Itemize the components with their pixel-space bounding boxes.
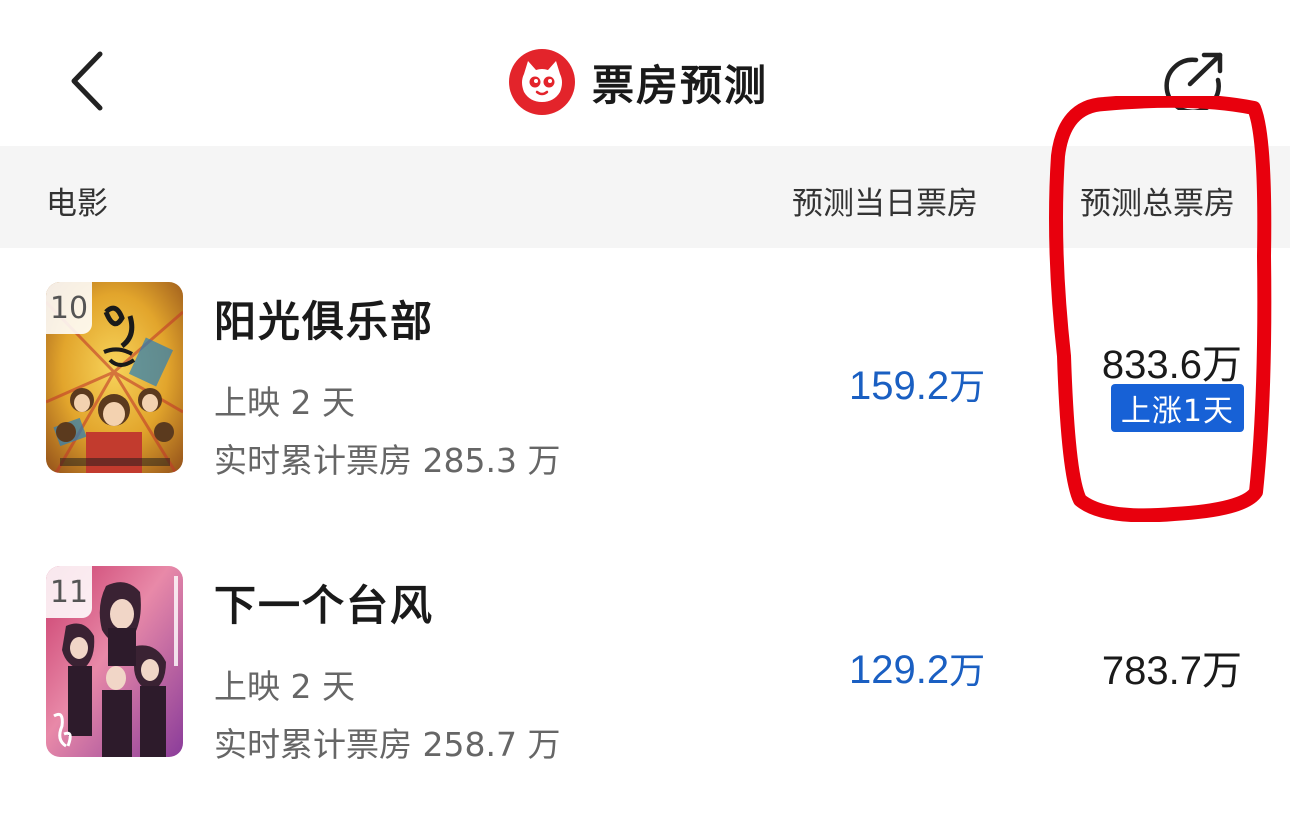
chevron-left-icon <box>71 51 103 111</box>
daily-forecast-unit: 万 <box>949 650 986 691</box>
top-bar: 票房预测 <box>0 0 1290 146</box>
daily-forecast-unit: 万 <box>949 366 986 407</box>
column-header-total-forecast[interactable]: 预测总票房 <box>1080 178 1235 223</box>
cat-logo-icon <box>509 49 575 115</box>
share-icon <box>1164 52 1223 115</box>
release-days: 上映 2 天 <box>214 667 355 706</box>
movie-title[interactable]: 下一个台风 <box>214 572 434 633</box>
daily-forecast-value: 159.2万 <box>849 358 985 410</box>
total-forecast-value: 783.7万 <box>1101 649 1242 693</box>
column-header-movie: 电影 <box>46 186 108 222</box>
movie-row[interactable]: 10 阳光俱乐部 上映 2 天 实时累计票房 285.3 万 159.2万 83… <box>0 264 1290 514</box>
movie-row[interactable]: 11 下一个台风 上映 2 天 实时累计票房 258.7 万 129.2万 78… <box>0 548 1290 798</box>
column-header-daily-forecast[interactable]: 预测当日票房 <box>792 178 978 223</box>
share-button[interactable] <box>1160 50 1226 115</box>
daily-forecast-number: 159.2 <box>849 364 950 408</box>
movie-poster[interactable]: 11 <box>46 566 183 757</box>
cumulative-box-office: 实时累计票房 285.3 万 <box>214 441 561 480</box>
daily-forecast-number: 129.2 <box>849 648 950 692</box>
page-title: 票房预测 <box>592 60 769 110</box>
table-header: 电影 预测当日票房 预测总票房 <box>0 146 1290 248</box>
release-days: 上映 2 天 <box>214 383 355 422</box>
rank-badge: 10 <box>46 282 92 334</box>
rank-badge: 11 <box>46 566 92 618</box>
movie-title[interactable]: 阳光俱乐部 <box>214 288 434 349</box>
trend-badge: 上涨1天 <box>1110 384 1244 432</box>
movie-poster[interactable]: 10 <box>46 282 183 473</box>
back-button[interactable] <box>62 48 114 114</box>
daily-forecast-value: 129.2万 <box>849 642 985 694</box>
cumulative-box-office: 实时累计票房 258.7 万 <box>214 725 561 764</box>
title-group: 票房预测 <box>508 48 768 116</box>
total-forecast-value: 833.6万 <box>1101 343 1242 387</box>
